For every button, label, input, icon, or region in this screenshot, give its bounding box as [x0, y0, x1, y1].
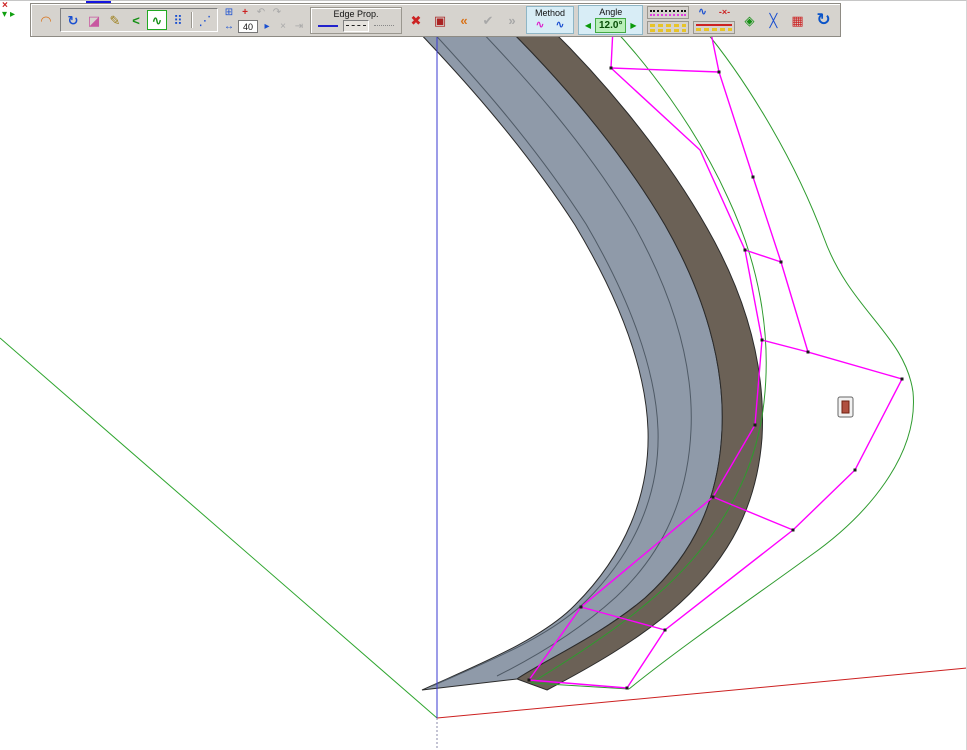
mini-toolbar: × ▾ ▸	[2, 1, 15, 20]
curve-method-b-icon: ∿	[555, 19, 565, 31]
toolbar-separator	[191, 12, 192, 28]
yellow-dash-pattern-icon	[696, 28, 733, 31]
expand-icon[interactable]: ▸	[10, 10, 15, 20]
method-option-b-button[interactable]: ∿	[551, 19, 569, 32]
erase-guides-button[interactable]: ╳	[763, 10, 783, 30]
remove-node-button[interactable]: -×-	[713, 6, 735, 19]
frame-tool-button[interactable]: ⊞	[222, 7, 236, 19]
method-option-a-button[interactable]: ∿	[531, 19, 549, 32]
remove-node-icon: -×-	[718, 7, 731, 17]
collapse-icon[interactable]: ▾	[2, 10, 7, 20]
eraser-tool-button[interactable]: ◪	[84, 10, 104, 30]
redo-all-button[interactable]: »	[502, 10, 522, 30]
frame-icon: ⊞	[224, 7, 234, 18]
cross-guides-icon: ╳	[769, 12, 778, 28]
angle-decrease-button[interactable]: ◀	[583, 21, 593, 30]
pencil-icon: ✎	[109, 12, 121, 28]
main-toolbar: ◠ ↻ ◪ ✎ < ∿ ⠿ ⋰ ⊞ + ↶ ↷ ↔ 40 ▸ × ⇥ Edge …	[30, 3, 842, 37]
contour-pattern-button[interactable]	[647, 6, 690, 19]
line-style-dotted-button[interactable]	[371, 20, 397, 32]
undo-icon: ↶	[256, 7, 266, 18]
magenta-dots-pattern-icon	[650, 13, 687, 16]
spline-nodes-icon: ∿	[697, 6, 708, 18]
black-dots-pattern-icon	[650, 9, 687, 12]
delete-result-button[interactable]: ✖	[406, 10, 426, 30]
angle-tool-button[interactable]: <	[126, 10, 146, 30]
cancel-step-button[interactable]: ×	[276, 21, 290, 33]
bezier-curve-icon: ◠	[41, 12, 51, 28]
dot-grid-icon: ⠿	[173, 12, 183, 28]
curve-method-a-icon: ∿	[535, 19, 545, 31]
angle-label: Angle	[599, 7, 623, 17]
main-plugin-button[interactable]: ↻	[811, 9, 835, 31]
dashed-line-icon	[346, 25, 366, 26]
width-tool-button[interactable]: ↔	[222, 21, 236, 33]
rotate-icon: ↻	[67, 12, 79, 28]
grid-options-button[interactable]: ▦	[787, 10, 807, 30]
paint-result-button[interactable]: ◈	[739, 10, 759, 30]
method-button[interactable]: Method	[535, 8, 565, 18]
diagonal-divide-tool-button[interactable]: ⋰	[195, 10, 215, 30]
angle-value: 12.0°	[595, 18, 627, 33]
method-panel: Method ∿ ∿	[526, 6, 574, 34]
solid-line-icon	[318, 24, 338, 27]
small-close-icon: ×	[280, 20, 286, 32]
play-icon: ▸	[264, 20, 270, 32]
paint-icon: ◈	[744, 12, 755, 28]
spline-nodes-button[interactable]: ∿	[693, 6, 711, 19]
yellow-dash-pattern-icon	[650, 28, 687, 32]
delete-icon: ✖	[410, 12, 422, 28]
rotate-tool-button[interactable]: ↻	[63, 10, 83, 30]
selection-pattern-button[interactable]	[693, 21, 736, 34]
yellow-dash-pattern-icon	[650, 23, 687, 27]
transform-tools-group: ⊞ + ↶ ↷ ↔ 40 ▸ × ⇥	[222, 7, 306, 33]
diagonal-dots-icon: ⋰	[198, 12, 212, 28]
model-canvas[interactable]	[0, 0, 967, 750]
component-box-icon: ▣	[433, 12, 447, 28]
hatch-pattern-button[interactable]	[647, 21, 690, 34]
node-tools-group: ∿ -×-	[693, 6, 736, 34]
segments-value[interactable]: 40	[238, 20, 258, 33]
eraser-icon: ◪	[87, 12, 101, 28]
dotted-line-icon	[374, 25, 394, 26]
move-cross-icon: +	[242, 7, 248, 18]
move-tool-button[interactable]: +	[238, 7, 252, 19]
red-line-pattern-icon	[696, 24, 733, 26]
undo-all-icon: «	[460, 12, 468, 28]
dot-grid-tool-button[interactable]: ⠿	[168, 10, 188, 30]
redo-all-icon: »	[508, 12, 516, 28]
bezier-curve-tool-button[interactable]: ◠	[36, 10, 56, 30]
less-than-icon: <	[132, 12, 140, 28]
red-grid-icon: ▦	[791, 12, 804, 28]
angle-panel: Angle ◀ 12.0° ▶	[578, 5, 644, 35]
tool-cursor-icon	[837, 396, 854, 418]
green-axis	[0, 337, 438, 719]
make-component-button[interactable]: ▣	[430, 10, 450, 30]
tab-arrow-icon: ⇥	[294, 20, 304, 32]
skip-step-button[interactable]: ⇥	[292, 21, 306, 33]
window-title-underline	[86, 0, 111, 3]
undo-all-button[interactable]: «	[454, 10, 474, 30]
confirm-button[interactable]: ✔	[478, 10, 498, 30]
redo-step-button[interactable]: ↷	[270, 7, 284, 19]
redo-icon: ↷	[272, 7, 282, 18]
pattern-buttons-group	[647, 6, 690, 34]
width-arrow-icon: ↔	[224, 20, 234, 32]
angle-increase-button[interactable]: ▶	[628, 21, 638, 30]
main-rotate-icon: ↻	[816, 10, 831, 29]
edge-prop-label: Edge Prop.	[333, 8, 379, 19]
line-style-solid-button[interactable]	[315, 20, 341, 32]
line-style-dashed-button[interactable]	[343, 19, 369, 32]
pencil-tool-button[interactable]: ✎	[105, 10, 125, 30]
undo-step-button[interactable]: ↶	[254, 7, 268, 19]
check-icon: ✔	[482, 12, 494, 28]
polyline-tool-button[interactable]: ∿	[147, 10, 167, 30]
edge-prop-panel: Edge Prop.	[310, 6, 402, 34]
draw-tools-group: ↻ ◪ ✎ < ∿ ⠿ ⋰	[60, 8, 218, 32]
polyline-icon: ∿	[151, 12, 163, 28]
play-tool-button[interactable]: ▸	[260, 21, 274, 33]
